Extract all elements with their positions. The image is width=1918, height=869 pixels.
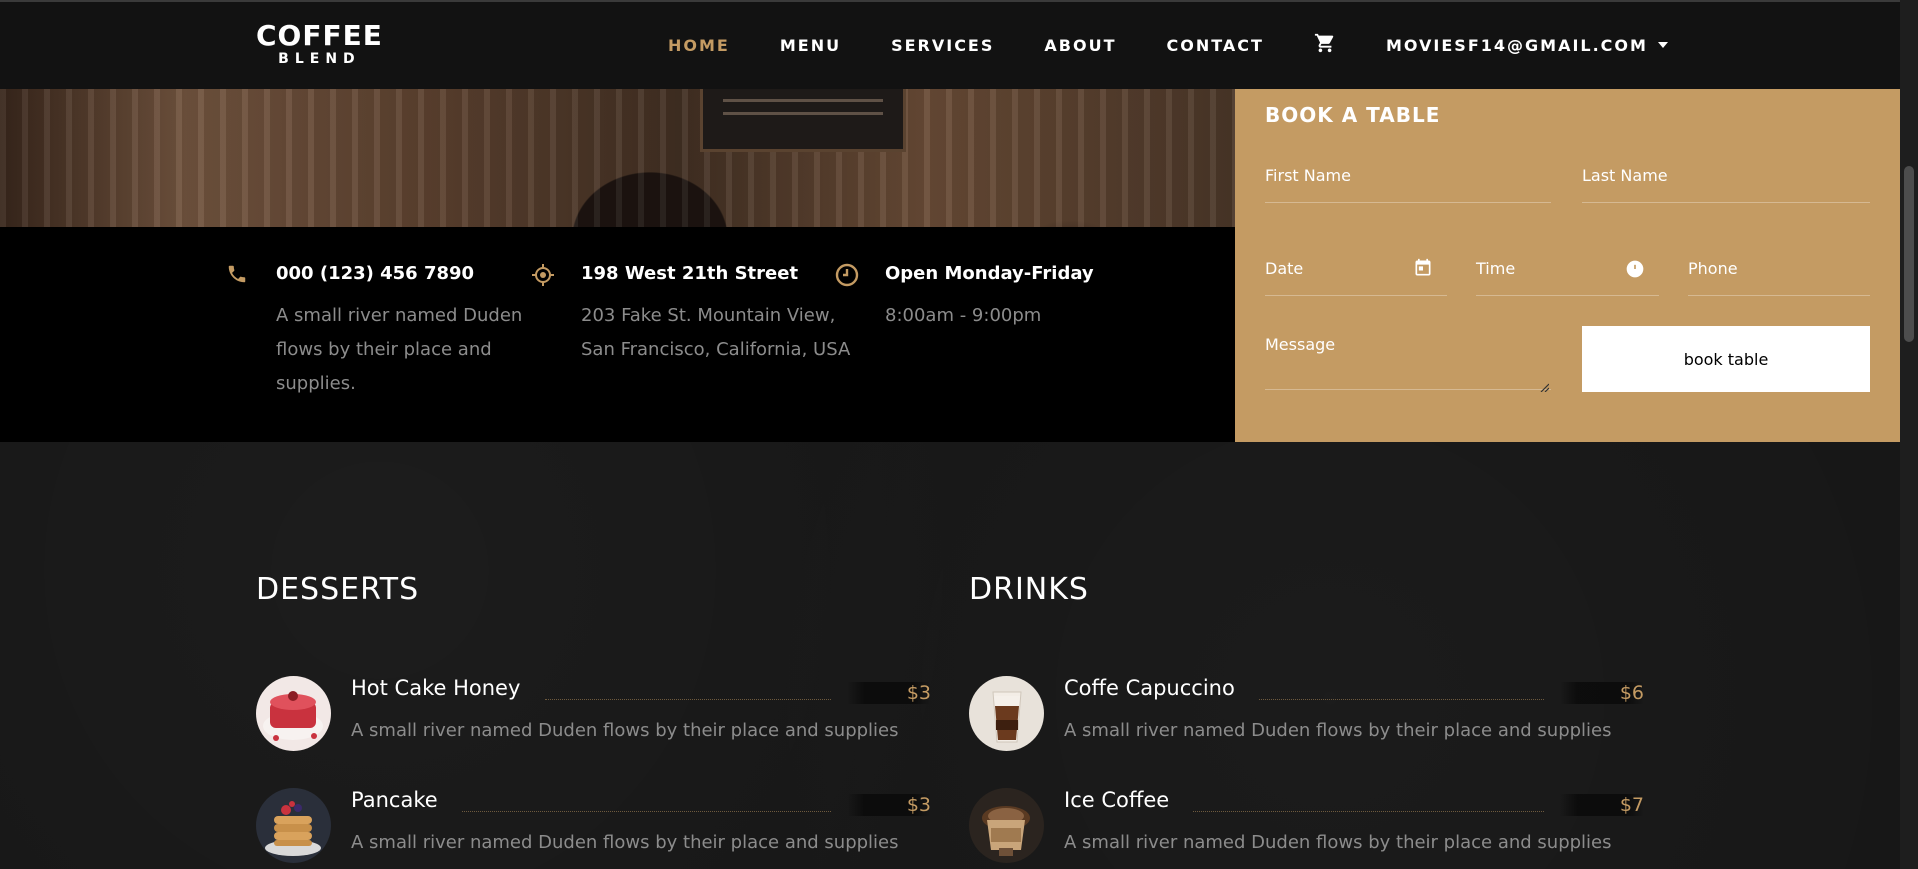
menu-item-desc: A small river named Duden flows by their… bbox=[351, 832, 899, 853]
menu-item-desc: A small river named Duden flows by their… bbox=[1064, 832, 1612, 853]
account-email: MOVIESF14@GMAIL.COM bbox=[1385, 35, 1648, 55]
menu-section: DESSERTS DRINKS Hot Cake Honey $3 A smal… bbox=[0, 442, 1900, 869]
menu-item-name: Ice Coffee bbox=[1064, 788, 1170, 812]
info-address-text: 203 Fake St. Mountain View, San Francisc… bbox=[581, 305, 851, 360]
menu-item-price: $7 bbox=[1559, 794, 1644, 816]
dotted-leader bbox=[462, 811, 831, 812]
dotted-leader bbox=[1193, 811, 1544, 812]
page: COFFEE BLEND HOME MENU SERVICES ABOUT CO… bbox=[0, 0, 1900, 869]
menu-item[interactable]: Coffe Capuccino $6 A small river named D… bbox=[969, 676, 1644, 766]
message-placeholder: Message bbox=[1265, 335, 1336, 354]
info-phone-text: A small river named Duden flows by their… bbox=[276, 305, 523, 394]
chalkboard-sign bbox=[700, 89, 906, 152]
phone-placeholder: Phone bbox=[1688, 259, 1738, 278]
menu-item-price: $3 bbox=[846, 794, 931, 816]
phone-icon bbox=[226, 263, 248, 285]
info-hours-text: 8:00am - 9:00pm bbox=[885, 305, 1042, 326]
first-name-placeholder: First Name bbox=[1265, 166, 1351, 185]
info-hours-title: Open Monday-Friday bbox=[885, 263, 1094, 284]
nav-contact[interactable]: CONTACT bbox=[1166, 36, 1263, 55]
date-field[interactable]: Date bbox=[1265, 258, 1447, 296]
book-table-title: BOOK A TABLE bbox=[1265, 103, 1441, 127]
brand-line-1: COFFEE bbox=[256, 19, 383, 52]
first-name-field[interactable]: First Name bbox=[1265, 166, 1551, 203]
coffe-capuccino-image bbox=[969, 676, 1044, 751]
time-placeholder: Time bbox=[1476, 259, 1516, 278]
cart-icon[interactable] bbox=[1314, 32, 1336, 54]
caret-down-icon bbox=[1657, 42, 1668, 48]
menu-item-name: Pancake bbox=[351, 788, 438, 812]
calendar-icon[interactable] bbox=[1413, 258, 1433, 278]
info-address-title: 198 West 21th Street bbox=[581, 263, 799, 284]
pancake-image bbox=[256, 788, 331, 863]
phone-field[interactable]: Phone bbox=[1688, 259, 1870, 296]
time-field[interactable]: Time bbox=[1476, 259, 1659, 296]
date-placeholder: Date bbox=[1265, 259, 1304, 278]
account-dropdown[interactable]: MOVIESF14@GMAIL.COM bbox=[1386, 36, 1668, 55]
menu-item-price: $3 bbox=[846, 682, 931, 704]
ice-coffee-image bbox=[969, 788, 1044, 863]
nav-menu[interactable]: MENU bbox=[780, 36, 841, 55]
menu-item-desc: A small river named Duden flows by their… bbox=[351, 720, 899, 741]
location-icon bbox=[531, 263, 554, 286]
nav-about[interactable]: ABOUT bbox=[1044, 36, 1116, 55]
nav-home[interactable]: HOME bbox=[668, 36, 730, 55]
main-nav: HOME MENU SERVICES ABOUT CONTACT MOVIESF… bbox=[668, 32, 1668, 56]
resize-handle-icon[interactable] bbox=[1539, 377, 1550, 393]
dotted-leader bbox=[1259, 699, 1544, 700]
menu-item[interactable]: Ice Coffee $7 A small river named Duden … bbox=[969, 788, 1644, 869]
book-table-form: BOOK A TABLE First Name Last Name Date T… bbox=[1235, 89, 1900, 442]
menu-item-name: Coffe Capuccino bbox=[1064, 676, 1235, 700]
desserts-title: DESSERTS bbox=[256, 572, 420, 607]
last-name-placeholder: Last Name bbox=[1582, 166, 1668, 185]
navbar: COFFEE BLEND HOME MENU SERVICES ABOUT CO… bbox=[0, 0, 1900, 89]
dotted-leader bbox=[545, 699, 831, 700]
menu-item-price: $6 bbox=[1559, 682, 1644, 704]
page-scrollbar[interactable] bbox=[1900, 0, 1918, 869]
scrollbar-thumb[interactable] bbox=[1904, 166, 1914, 342]
message-field[interactable]: Message bbox=[1265, 335, 1551, 393]
brand-line-2: BLEND bbox=[278, 51, 361, 67]
menu-item-desc: A small river named Duden flows by their… bbox=[1064, 720, 1612, 741]
clock-icon bbox=[835, 263, 859, 287]
last-name-field[interactable]: Last Name bbox=[1582, 166, 1870, 203]
drinks-title: DRINKS bbox=[969, 572, 1089, 607]
brand-logo[interactable]: COFFEE BLEND bbox=[256, 19, 383, 67]
menu-item[interactable]: Hot Cake Honey $3 A small river named Du… bbox=[256, 676, 931, 766]
contact-info-strip: 000 (123) 456 7890 A small river named D… bbox=[0, 227, 1235, 442]
menu-item[interactable]: Pancake $3 A small river named Duden flo… bbox=[256, 788, 931, 869]
book-table-button[interactable]: book table bbox=[1582, 326, 1870, 392]
hero-image bbox=[0, 89, 1235, 227]
clock-picker-icon[interactable] bbox=[1625, 259, 1645, 279]
info-phone-title: 000 (123) 456 7890 bbox=[276, 263, 475, 284]
hot-cake-honey-image bbox=[256, 676, 331, 751]
menu-item-name: Hot Cake Honey bbox=[351, 676, 521, 700]
nav-services[interactable]: SERVICES bbox=[891, 36, 994, 55]
